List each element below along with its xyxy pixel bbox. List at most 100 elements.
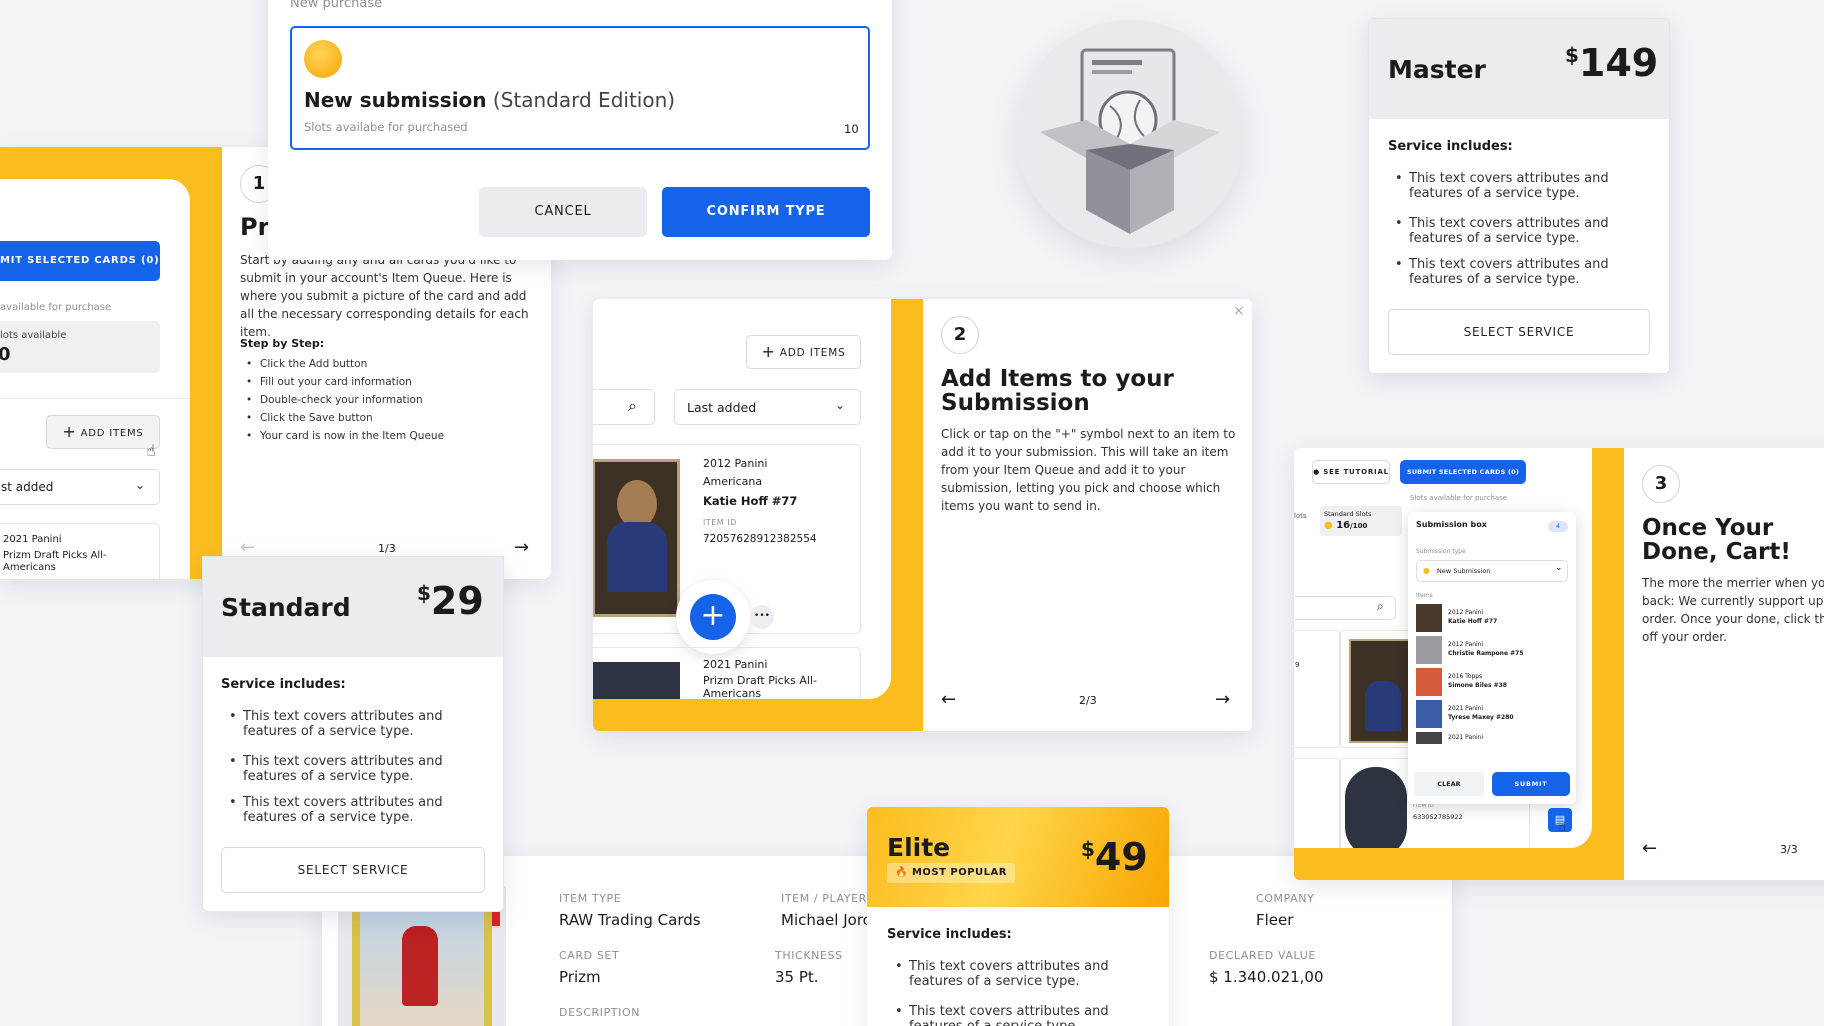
sort-select[interactable]: Last added ⌄ — [674, 389, 861, 425]
slots-box: lots available 0 — [0, 321, 160, 373]
step1-pager: 1/3 — [378, 542, 396, 555]
box-item-set: 2021 Panini — [1448, 705, 1484, 712]
select-service-button[interactable]: SELECT SERVICE — [1388, 309, 1650, 355]
standard-slots-total: /100 — [1350, 522, 1368, 530]
add-to-submission-button[interactable]: + — [676, 580, 750, 654]
box-item[interactable]: 2012 Panini Christie Rampone #75 — [1416, 636, 1568, 664]
type-value: New Submission — [1437, 567, 1491, 575]
add-items-button[interactable]: + ADD ITEMS — [46, 415, 160, 449]
search-icon: ⌕ — [1377, 599, 1384, 613]
step2-preview: + ADD ITEMS ⌕ Last added ⌄ 2012 Panini A… — [593, 299, 891, 699]
feature-list: This text covers attributes and features… — [895, 959, 1135, 1026]
see-tutorial-button[interactable]: ● SEE TUTORIAL — [1312, 460, 1390, 484]
slots-available-label: Slots available for purchase — [1410, 494, 1508, 502]
tier-price: $29 — [417, 579, 484, 623]
box-title: Submission box — [1416, 520, 1487, 529]
items-label: Items — [1416, 592, 1433, 599]
card-thumbnail — [1349, 639, 1413, 743]
cancel-button[interactable]: CANCEL — [479, 187, 647, 237]
card-thumbnail — [1345, 767, 1407, 848]
feature-item: This text covers attributes and features… — [229, 754, 469, 784]
description-label: DESCRIPTION — [559, 1006, 641, 1019]
step2-title: Add Items to your Submission — [941, 366, 1174, 416]
list-item[interactable]: 2021 Panini Prizm Draft Picks All-Americ… — [0, 523, 160, 579]
box-item[interactable]: 2012 Panini Katie Hoff #77 — [1416, 604, 1568, 632]
type-select[interactable]: ● New Submission ⌄ — [1416, 560, 1568, 582]
prev-arrow-icon[interactable]: ← — [1642, 838, 1657, 859]
thickness-label: THICKNESS — [775, 949, 843, 962]
thickness-value: 35 Pt. — [775, 968, 819, 986]
cursor-hand-icon: ☝ — [1558, 820, 1566, 835]
feature-item: This text covers attributes and features… — [229, 709, 469, 739]
box-illustration — [1016, 20, 1244, 248]
next-arrow-icon[interactable]: → — [514, 537, 529, 558]
item-line1: 2012 Panini — [703, 457, 768, 470]
next-arrow-icon[interactable]: → — [1215, 689, 1230, 710]
tier-name: Standard — [221, 593, 351, 622]
feature-list: This text covers attributes and features… — [229, 709, 469, 825]
item-thumb — [1416, 700, 1442, 728]
tier-name: Elite — [887, 833, 951, 862]
list-item[interactable] — [1294, 758, 1340, 848]
item-thumb — [1416, 604, 1442, 632]
item-line2: Prizm Draft Picks All-Americans — [703, 674, 817, 699]
clear-button[interactable]: CLEAR — [1414, 772, 1484, 796]
card-thumbnail — [593, 459, 680, 617]
list-item[interactable]: 2012 Panini Americana Katie Hoff #77 ITE… — [593, 444, 861, 654]
step-item: Click the Save button — [246, 409, 444, 427]
item-type-value: RAW Trading Cards — [559, 911, 701, 929]
list-item[interactable]: 9 — [1294, 630, 1340, 748]
list-item[interactable]: 2021 Panini Prizm Draft Picks All-Americ… — [593, 647, 861, 699]
card-set-value: Prizm — [559, 968, 601, 986]
prev-arrow-icon[interactable]: ← — [941, 689, 956, 710]
chevron-down-icon: ⌄ — [1555, 563, 1563, 573]
box-item[interactable]: 2021 Panini — [1416, 732, 1568, 744]
step1-body: Start by adding any and all cards you'd … — [240, 253, 529, 339]
box-count-badge: 4 — [1548, 521, 1568, 532]
box-item[interactable]: 2021 Panini Tyrese Maxey #280 — [1416, 700, 1568, 728]
more-options-icon[interactable]: ••• — [750, 605, 774, 629]
step1-list: Click the Add button Fill out your card … — [246, 355, 444, 445]
box-item[interactable]: 2016 Topps Simone Biles #38 — [1416, 668, 1568, 696]
feature-item: This text covers attributes and features… — [1395, 171, 1635, 201]
prev-arrow-icon[interactable]: ← — [240, 537, 255, 558]
see-tutorial-label: SEE TUTORIAL — [1323, 468, 1389, 476]
feature-item: This text covers attributes and features… — [229, 795, 469, 825]
step-item: Double-check your information — [246, 391, 444, 409]
add-items-button[interactable]: + ADD ITEMS — [746, 335, 861, 369]
price-currency: $ — [1565, 43, 1579, 67]
price-currency: $ — [417, 581, 431, 605]
search-input[interactable]: ⌕ — [593, 389, 655, 425]
select-service-button[interactable]: SELECT SERVICE — [221, 847, 485, 893]
submission-title: New submission (Standard Edition) — [304, 88, 675, 112]
box-item-name: Christie Rampone #75 — [1448, 650, 1524, 657]
available-label: available for purchase — [0, 302, 112, 313]
modal-header: New purchase — [290, 0, 383, 11]
step3-panel: ● SEE TUTORIAL SUBMIT SELECTED CARDS (0)… — [1294, 448, 1824, 880]
close-icon[interactable]: × — [1233, 303, 1245, 319]
search-input[interactable]: ⌕ — [1294, 596, 1396, 620]
price-currency: $ — [1081, 837, 1095, 861]
confirm-type-button[interactable]: CONFIRM TYPE — [662, 187, 870, 237]
item-thumb — [1416, 668, 1442, 696]
submission-option[interactable]: New submission (Standard Edition) Slots … — [290, 26, 870, 150]
submit-button[interactable]: SUBMIT — [1492, 772, 1570, 796]
submit-selected-button[interactable]: SUBMIT SELECTED CARDS (0) — [1400, 460, 1526, 484]
plus-icon: + — [62, 422, 77, 441]
step1-preview: MIT SELECTED CARDS (0) available for pur… — [0, 179, 190, 579]
flame-icon: 🔥 — [895, 867, 908, 878]
submit-selected-button[interactable]: MIT SELECTED CARDS (0) — [0, 241, 160, 281]
step2-pager: 2/3 — [1079, 694, 1097, 707]
help-icon: ● — [1313, 468, 1320, 476]
includes-heading: Service includes: — [887, 927, 1012, 942]
item-id-value: 633052785922 — [1413, 813, 1463, 821]
step3-preview: ● SEE TUTORIAL SUBMIT SELECTED CARDS (0)… — [1294, 448, 1592, 848]
tier-name: Master — [1388, 55, 1486, 84]
sort-select[interactable]: st added ⌄ — [0, 469, 160, 505]
step3-title: Once Your Done, Cart! — [1642, 515, 1791, 565]
step-item: Click the Add button — [246, 355, 444, 373]
price-value: 29 — [430, 579, 484, 623]
card-thumbnail — [593, 662, 680, 699]
step1-title: Pr — [240, 213, 270, 241]
most-popular-badge: 🔥 MOST POPULAR — [887, 863, 1015, 883]
